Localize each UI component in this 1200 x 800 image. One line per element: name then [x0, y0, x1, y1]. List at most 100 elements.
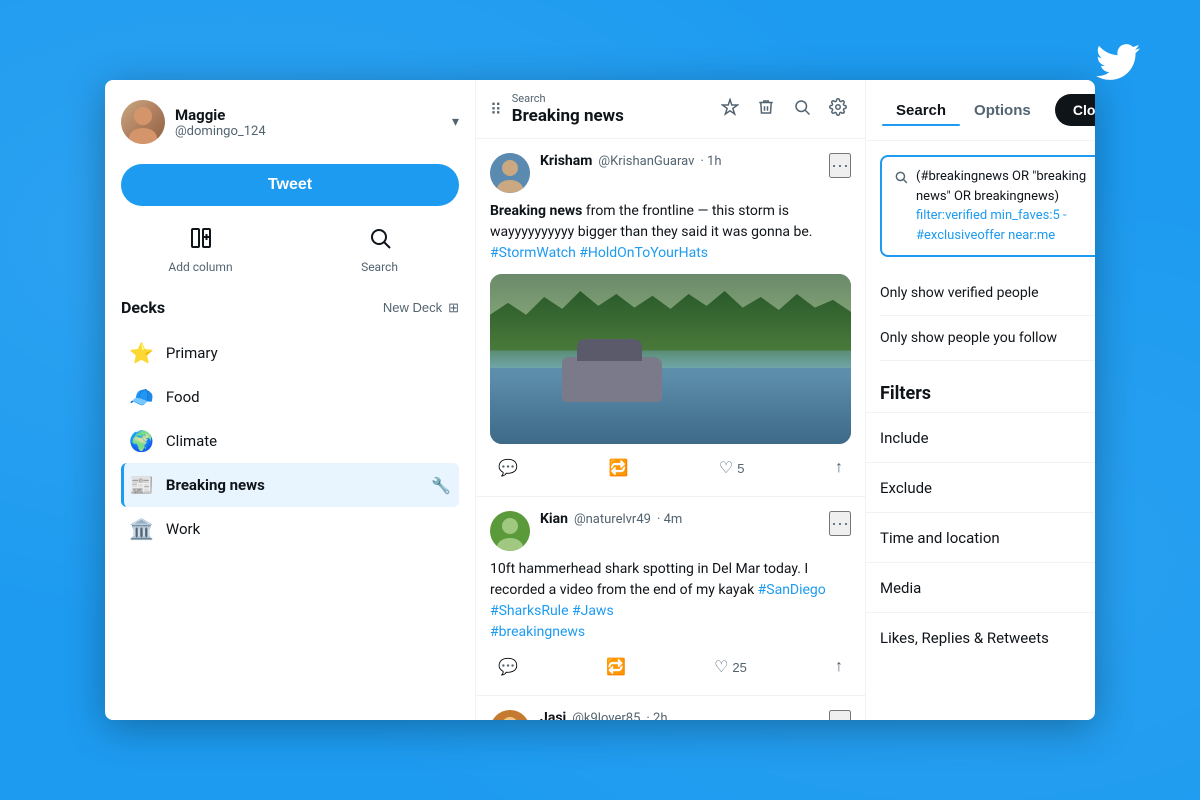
filter-include-row[interactable]: Include + — [866, 412, 1095, 462]
search-action[interactable]: Search — [300, 226, 459, 274]
settings-wrench-icon[interactable]: 🔧 — [431, 476, 451, 495]
verified-label: Only show verified people — [880, 285, 1039, 301]
tweet-more-button[interactable]: ··· — [829, 710, 851, 720]
tweet-card: Kian @naturelvr49 · 4m ··· 10ft hammerhe… — [476, 497, 865, 696]
user-handle: @domingo_124 — [175, 124, 266, 139]
user-profile[interactable]: Maggie @domingo_124 — [121, 100, 266, 144]
tab-options[interactable]: Options — [960, 96, 1045, 125]
avatar — [121, 100, 165, 144]
sidebar-item-label: Food — [166, 388, 451, 406]
trash-button[interactable] — [753, 94, 779, 125]
share-button[interactable]: ↑ — [827, 455, 851, 481]
search-column-button[interactable] — [789, 94, 815, 125]
media-label: Media — [880, 579, 921, 597]
tweets-list: Krisham @KrishanGuarav · 1h ··· Breaking… — [476, 139, 865, 720]
tweet-more-button[interactable]: ··· — [829, 511, 851, 536]
tweet-text: Breaking news from the frontline — this … — [490, 201, 851, 264]
retweet-icon: 🔁 — [606, 657, 626, 677]
settings-column-button[interactable] — [825, 94, 851, 125]
sidebar-item-work[interactable]: 🏛️ Work — [121, 507, 459, 551]
decks-title: Decks — [121, 298, 165, 317]
main-column: ⠿ Search Breaking news — [475, 80, 865, 720]
query-search-icon — [894, 169, 908, 188]
tweet-actions: 💬 🔁 ♡ 5 ↑ — [490, 454, 851, 482]
reply-button[interactable]: 💬 — [490, 454, 526, 482]
filter-exclude-row[interactable]: Exclude + — [866, 462, 1095, 512]
sidebar-item-food[interactable]: 🧢 Food — [121, 375, 459, 419]
include-label: Include — [880, 429, 929, 447]
tweet-author-name: Kian — [540, 511, 568, 527]
chevron-down-icon[interactable]: ▾ — [452, 114, 459, 130]
tweet-actions: 💬 🔁 ♡ 25 ↑ — [490, 653, 851, 681]
work-icon: 🏛️ — [129, 517, 154, 541]
like-count: 25 — [732, 660, 746, 675]
column-title: Breaking news — [512, 106, 707, 126]
panel-header: Search Options Close — [866, 80, 1095, 141]
column-actions — [717, 94, 851, 125]
tweet-time: · 4m — [657, 512, 682, 527]
heart-icon: ♡ — [719, 458, 733, 478]
app-container: Maggie @domingo_124 ▾ Tweet Add column — [105, 80, 1095, 720]
close-button[interactable]: Close — [1055, 94, 1095, 126]
likes-replies-label: Likes, Replies & Retweets — [880, 629, 1049, 647]
filters-heading: Filters — [866, 371, 1095, 412]
search-query-box[interactable]: (#breakingnews OR "breaking news" OR bre… — [880, 155, 1095, 257]
share-icon: ↑ — [835, 459, 843, 477]
retweet-button[interactable]: 🔁 — [600, 454, 636, 482]
tweet-more-button[interactable]: ··· — [829, 153, 851, 178]
filter-time-location-row[interactable]: Time and location + — [866, 512, 1095, 562]
user-info: Maggie @domingo_124 — [175, 106, 266, 139]
user-name: Maggie — [175, 106, 266, 124]
tweet-time: · 1h — [700, 154, 721, 169]
twitter-logo — [1096, 40, 1140, 95]
climate-icon: 🌍 — [129, 429, 154, 453]
column-label: Search — [512, 92, 707, 105]
sidebar-item-label: Breaking news — [166, 476, 419, 494]
exclude-label: Exclude — [880, 479, 932, 497]
tweet-author-name: Krisham — [540, 153, 592, 169]
filter-media-row[interactable]: Media + — [866, 562, 1095, 612]
search-icon — [368, 226, 392, 256]
like-count: 5 — [737, 461, 744, 476]
filter-likes-replies-row[interactable]: Likes, Replies & Retweets + — [866, 612, 1095, 662]
sidebar-item-label: Work — [166, 520, 451, 538]
reply-button[interactable]: 💬 — [490, 653, 526, 681]
search-label: Search — [361, 260, 398, 274]
primary-icon: ⭐ — [129, 341, 154, 365]
tweet-card: Krisham @KrishanGuarav · 1h ··· Breaking… — [476, 139, 865, 497]
reply-icon: 💬 — [498, 657, 518, 677]
tweet-image — [490, 274, 851, 444]
filters-section: Filters Include + Exclude + Time and loc… — [866, 371, 1095, 720]
avatar — [490, 511, 530, 551]
sparkle-button[interactable] — [717, 94, 743, 125]
tweet-author-handle: @k9lover85 — [572, 711, 640, 721]
new-deck-button[interactable]: New Deck ⊞ — [383, 300, 459, 316]
sidebar-actions: Add column Search — [121, 226, 459, 274]
sidebar-header: Maggie @domingo_124 ▾ — [121, 100, 459, 144]
panel-tabs: Search Options — [882, 96, 1045, 125]
like-button[interactable]: ♡ 5 — [711, 454, 753, 482]
following-filter-row: Only show people you follow — [880, 316, 1095, 361]
avatar — [490, 153, 530, 193]
decks-header: Decks New Deck ⊞ — [121, 298, 459, 317]
add-column-icon — [189, 226, 213, 256]
share-button[interactable]: ↑ — [827, 654, 851, 680]
sidebar: Maggie @domingo_124 ▾ Tweet Add column — [105, 80, 475, 720]
sidebar-item-primary[interactable]: ⭐ Primary — [121, 331, 459, 375]
tweet-author-handle: @naturelvr49 — [574, 512, 651, 527]
like-button[interactable]: ♡ 25 — [706, 653, 755, 681]
add-column-label: Add column — [168, 260, 232, 274]
reply-icon: 💬 — [498, 458, 518, 478]
sidebar-item-breaking-news[interactable]: 📰 Breaking news 🔧 — [121, 463, 459, 507]
tweet-author-name: Jasi — [540, 710, 566, 720]
tweet-card: Jasi @k9lover85 · 2h ··· News update: th… — [476, 696, 865, 720]
tweet-button[interactable]: Tweet — [121, 164, 459, 206]
breaking-news-icon: 📰 — [129, 473, 154, 497]
sidebar-item-climate[interactable]: 🌍 Climate — [121, 419, 459, 463]
add-column-action[interactable]: Add column — [121, 226, 280, 274]
verified-filter-row: Only show verified people — [880, 271, 1095, 316]
drag-handle-icon[interactable]: ⠿ — [490, 100, 502, 119]
tab-search[interactable]: Search — [882, 96, 960, 125]
heart-icon: ♡ — [714, 657, 728, 677]
retweet-button[interactable]: 🔁 — [598, 653, 634, 681]
